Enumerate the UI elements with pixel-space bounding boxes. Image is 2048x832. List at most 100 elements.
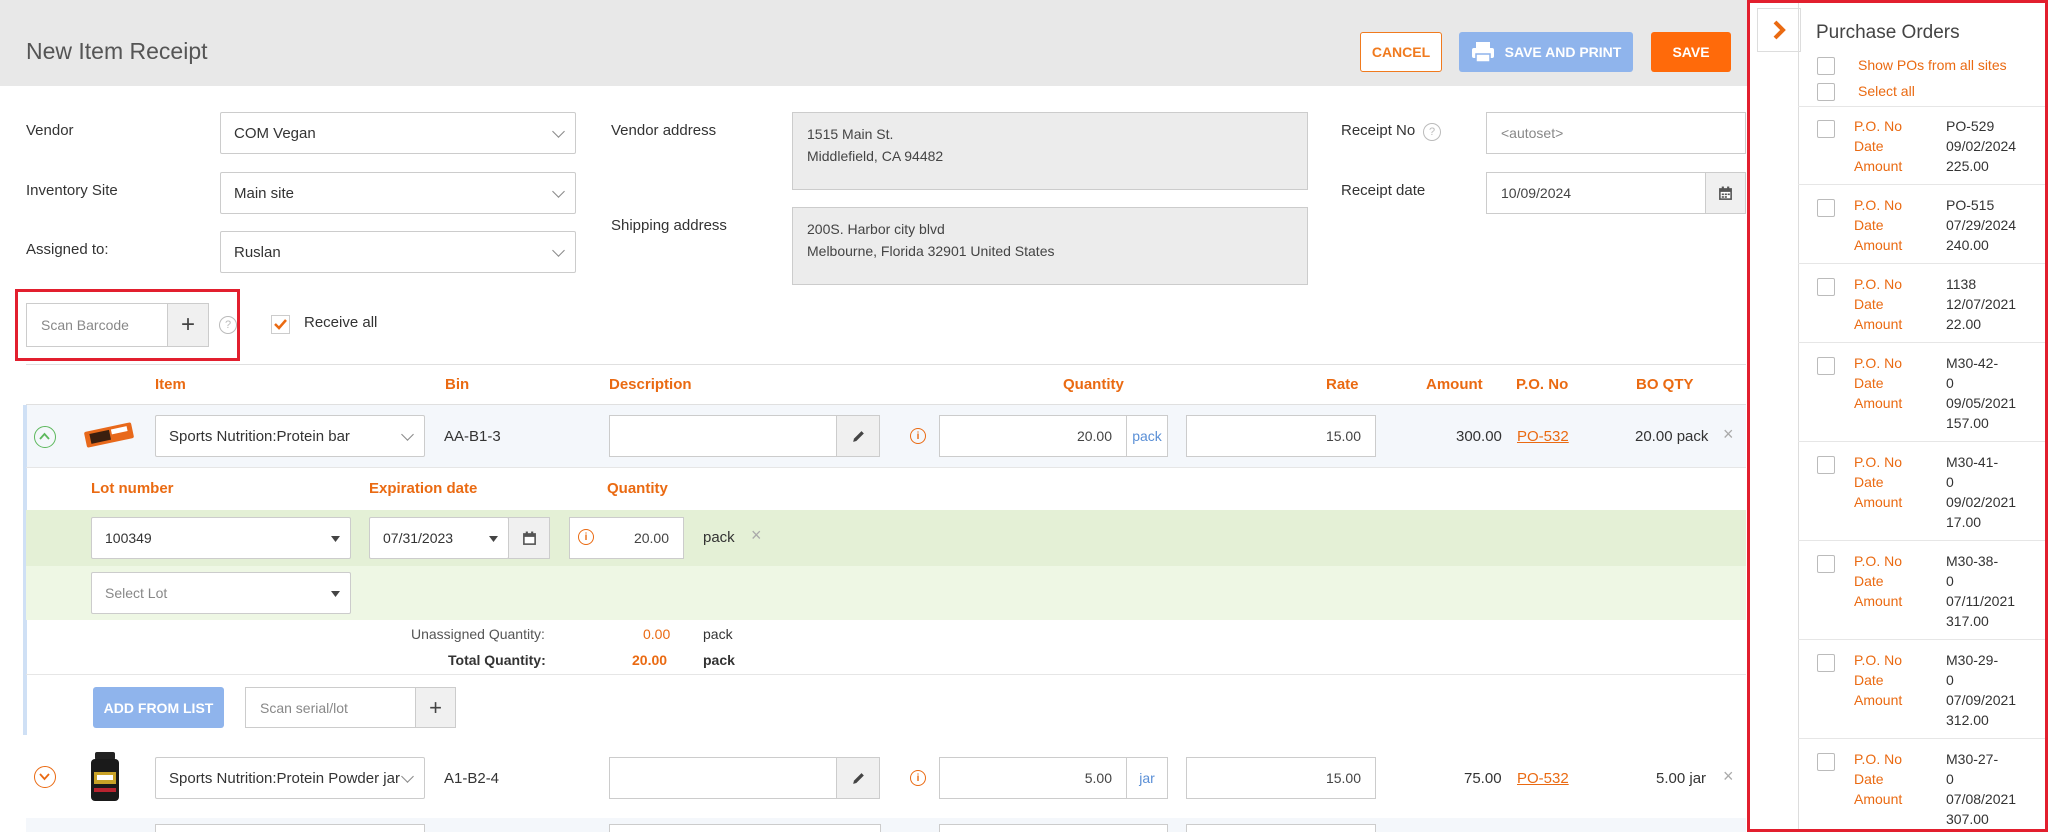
- sidebar-highlight: [1747, 0, 2048, 832]
- divider: [26, 467, 1746, 468]
- vendor-select[interactable]: COM Vegan: [220, 112, 576, 154]
- receipt-date-value: 10/09/2024: [1501, 185, 1572, 201]
- printer-icon: [1471, 42, 1494, 63]
- column-header-description: Description: [609, 376, 692, 393]
- select-lot-placeholder: Select Lot: [105, 585, 168, 601]
- unit-select[interactable]: jar: [1126, 757, 1168, 799]
- remove-row-icon[interactable]: ×: [1723, 424, 1734, 445]
- save-and-print-button[interactable]: SAVE AND PRINT: [1459, 32, 1633, 72]
- quantity-input[interactable]: [939, 824, 1168, 832]
- quantity-value: 5.00: [1084, 770, 1112, 786]
- description-input[interactable]: [609, 757, 837, 799]
- caret-down-icon: [489, 536, 498, 542]
- expiration-date-value: 07/31/2023: [383, 530, 454, 546]
- protein-powder-jar-image: [89, 750, 121, 802]
- column-header-quantity: Quantity: [1063, 376, 1124, 393]
- unassigned-quantity-label: Unassigned Quantity:: [411, 626, 545, 642]
- info-icon[interactable]: i: [578, 529, 594, 545]
- item-select[interactable]: Sports Nutrition:Protein Powder jar: [155, 757, 425, 799]
- lot-unit: pack: [703, 529, 735, 546]
- po-link[interactable]: PO-532: [1517, 428, 1569, 445]
- cancel-button[interactable]: CANCEL: [1360, 32, 1442, 72]
- select-lot-dropdown[interactable]: Select Lot: [91, 572, 351, 614]
- scan-barcode-placeholder: Scan Barcode: [41, 317, 129, 333]
- calendar-icon[interactable]: [1705, 172, 1746, 214]
- bin-value: AA-B1-3: [444, 428, 501, 445]
- rate-input[interactable]: 15.00: [1186, 415, 1376, 457]
- lot-number-value: 100349: [105, 530, 152, 546]
- help-icon[interactable]: ?: [1423, 123, 1441, 141]
- vendor-address-line2: Middlefield, CA 94482: [807, 148, 944, 164]
- add-barcode-button[interactable]: +: [167, 303, 209, 347]
- add-from-list-button[interactable]: ADD FROM LIST: [93, 687, 224, 728]
- column-header-bo-qty: BO QTY: [1636, 376, 1694, 393]
- column-header-rate: Rate: [1326, 376, 1359, 393]
- lot-number-select[interactable]: 100349: [91, 517, 351, 559]
- collapse-icon[interactable]: [34, 426, 56, 448]
- shipping-address-line2: Melbourne, Florida 32901 United States: [807, 243, 1055, 259]
- remove-lot-icon[interactable]: ×: [751, 525, 762, 546]
- check-icon: [274, 319, 287, 330]
- add-serial-button[interactable]: +: [415, 687, 456, 728]
- calendar-icon[interactable]: [508, 517, 550, 559]
- save-button[interactable]: SAVE: [1651, 32, 1731, 72]
- description-input[interactable]: [609, 824, 881, 832]
- chevron-down-icon: [401, 428, 414, 441]
- remove-row-icon[interactable]: ×: [1723, 766, 1734, 787]
- assigned-to-label: Assigned to:: [26, 241, 109, 258]
- scan-serial-input[interactable]: Scan serial/lot: [245, 687, 417, 728]
- amount-value: 75.00: [1464, 770, 1502, 787]
- pencil-icon[interactable]: [836, 415, 880, 457]
- info-icon[interactable]: i: [910, 770, 926, 786]
- po-link[interactable]: PO-532: [1517, 770, 1569, 787]
- scan-barcode-input[interactable]: Scan Barcode: [26, 303, 169, 347]
- divider: [26, 364, 1746, 365]
- column-header-bin: Bin: [445, 376, 470, 393]
- bo-qty-value: 20.00 pack: [1635, 428, 1709, 445]
- inventory-site-select[interactable]: Main site: [220, 172, 576, 214]
- inventory-site-value: Main site: [234, 184, 295, 202]
- bin-value: A1-B2-4: [444, 770, 500, 787]
- expand-icon[interactable]: [34, 766, 56, 788]
- receipt-no-input[interactable]: <autoset>: [1486, 112, 1746, 154]
- bo-qty-value: 5.00 jar: [1656, 770, 1707, 787]
- receipt-no-label: Receipt No: [1341, 122, 1416, 139]
- column-header-item: Item: [155, 376, 186, 393]
- description-input[interactable]: [609, 415, 837, 457]
- pencil-icon[interactable]: [836, 757, 880, 799]
- page-title: New Item Receipt: [26, 38, 208, 64]
- unassigned-quantity-value: 0.00: [643, 626, 671, 642]
- shipping-address-label: Shipping address: [611, 217, 727, 234]
- lot-number-header: Lot number: [91, 480, 174, 497]
- quantity-input[interactable]: 20.00: [939, 415, 1127, 457]
- expiration-date-header: Expiration date: [369, 480, 478, 497]
- caret-down-icon: [331, 591, 340, 597]
- rate-input[interactable]: [1186, 824, 1376, 832]
- chevron-down-icon: [552, 125, 565, 138]
- protein-bar-image: [82, 418, 136, 452]
- rate-input[interactable]: 15.00: [1186, 757, 1376, 799]
- vendor-label: Vendor: [26, 122, 74, 139]
- receive-all-label: Receive all: [304, 314, 378, 331]
- item-value: Sports Nutrition:Protein Powder jar: [169, 769, 400, 787]
- help-icon[interactable]: ?: [219, 316, 237, 334]
- amount-value: 300.00: [1456, 428, 1502, 445]
- unit-select[interactable]: pack: [1126, 415, 1168, 457]
- lot-quantity-header: Quantity: [607, 480, 668, 497]
- vendor-address-box: 1515 Main St. Middlefield, CA 94482: [792, 112, 1308, 190]
- total-quantity-value: 20.00: [632, 652, 668, 668]
- item-select[interactable]: Sports Nutrition:Protein bar: [155, 415, 425, 457]
- assigned-to-select[interactable]: Ruslan: [220, 231, 576, 273]
- receive-all-checkbox[interactable]: [271, 315, 290, 334]
- divider: [26, 674, 1746, 675]
- vendor-address-label: Vendor address: [611, 122, 717, 139]
- quantity-input[interactable]: 5.00: [939, 757, 1127, 799]
- chevron-down-icon: [401, 770, 414, 783]
- info-icon[interactable]: i: [910, 428, 926, 444]
- expiration-date-input[interactable]: 07/31/2023: [369, 517, 509, 559]
- chevron-down-icon: [552, 185, 565, 198]
- chevron-down-icon: [552, 244, 565, 257]
- inventory-site-label: Inventory Site: [26, 182, 118, 199]
- item-select[interactable]: [155, 824, 425, 832]
- quantity-value: 20.00: [1076, 428, 1112, 444]
